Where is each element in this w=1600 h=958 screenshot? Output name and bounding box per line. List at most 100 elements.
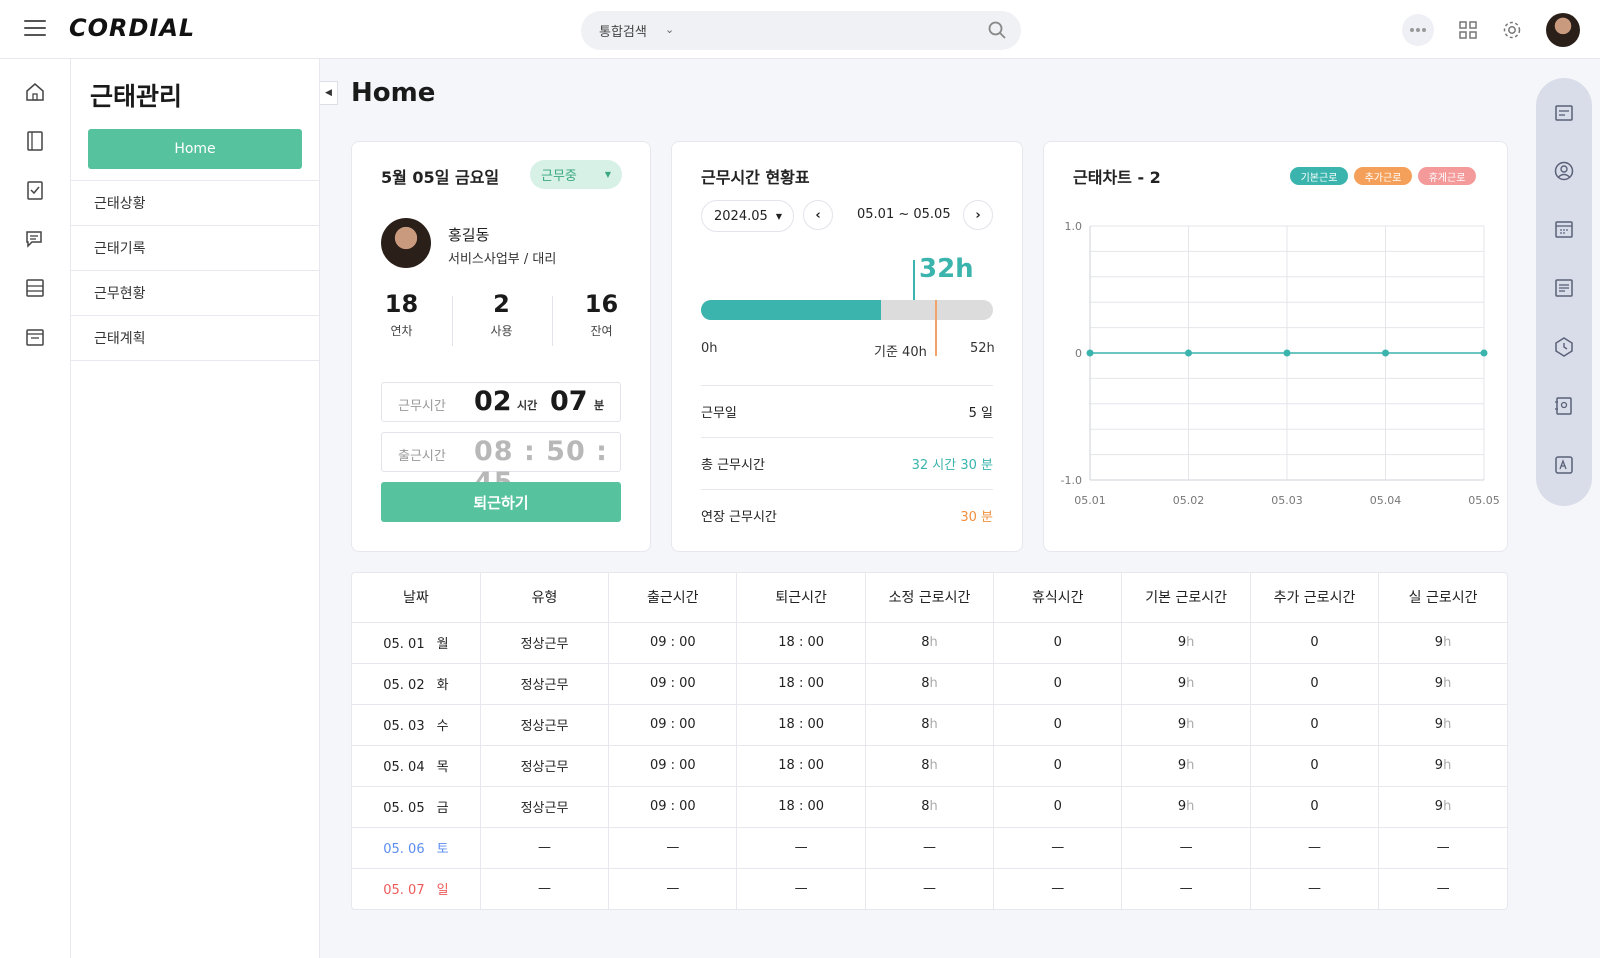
attendance-chart-card: 근태차트 - 2 기본근로 추가근로 휴게근로 1.0 0 -1.0 05.01 05.… bbox=[1043, 141, 1508, 552]
hour-unit: h bbox=[929, 635, 938, 650]
sidebar-item-work-status[interactable]: 근무현황 bbox=[71, 271, 320, 316]
table-row[interactable]: 05. 04 목 정상근무 09 : 00 18 : 00 8h 0 9h 0 9h bbox=[352, 745, 1507, 787]
x-tick-label: 05.03 bbox=[1271, 494, 1303, 507]
menu-icon[interactable] bbox=[24, 20, 46, 38]
y-tick-label: 1.0 bbox=[1065, 220, 1083, 233]
chat-icon[interactable] bbox=[24, 228, 46, 250]
table-cell: 9h bbox=[1378, 704, 1507, 746]
column-header: 휴식시간 bbox=[993, 573, 1123, 623]
table-cell: 0 bbox=[1250, 786, 1380, 828]
min-label: 0h bbox=[701, 341, 718, 356]
notebook-icon[interactable] bbox=[24, 130, 46, 152]
today-date: 5월 05일 금요일 bbox=[381, 168, 500, 187]
cell-value: — bbox=[1436, 881, 1450, 897]
table-row[interactable]: 05. 01 월 정상근무 09 : 00 18 : 00 8h 0 9h 0 9h bbox=[352, 622, 1507, 664]
quick-menu-rail bbox=[1536, 78, 1592, 506]
calendar-icon[interactable] bbox=[1553, 218, 1575, 240]
column-header: 실 근로시간 bbox=[1378, 573, 1507, 623]
sidebar-item-plan[interactable]: 근태계획 bbox=[71, 316, 320, 361]
check-out-button[interactable]: 퇴근하기 bbox=[381, 482, 621, 522]
inbox-icon[interactable] bbox=[1553, 102, 1575, 124]
data-point bbox=[1185, 349, 1192, 357]
cell-value: — bbox=[1051, 881, 1065, 897]
table-row[interactable]: 05. 03 수 정상근무 09 : 00 18 : 00 8h 0 9h 0 9h bbox=[352, 704, 1507, 746]
x-tick-label: 05.02 bbox=[1173, 494, 1205, 507]
apps-grid-icon[interactable] bbox=[1452, 14, 1484, 46]
next-week-button[interactable]: › bbox=[963, 200, 993, 230]
max-label: 52h bbox=[970, 341, 995, 356]
hours-unit: 시간 bbox=[517, 399, 538, 412]
translate-icon[interactable] bbox=[1553, 454, 1575, 476]
search-icon[interactable] bbox=[987, 20, 1007, 40]
cell-value: 9 bbox=[1434, 758, 1444, 773]
work-hours: 02 bbox=[474, 386, 512, 417]
data-point bbox=[1480, 349, 1488, 357]
column-header: 출근시간 bbox=[608, 573, 738, 623]
sidebar-item-status[interactable]: 근태상황 bbox=[71, 181, 320, 226]
table-row[interactable]: 05. 05 금 정상근무 09 : 00 18 : 00 8h 0 9h 0 9h bbox=[352, 786, 1507, 828]
table-row[interactable]: 05. 06 토 — — — — — — — — bbox=[352, 827, 1507, 869]
summary-label: 연장 근무시간 bbox=[701, 510, 777, 525]
current-hours: 32h bbox=[919, 254, 974, 284]
date-cell: 05. 04 목 bbox=[352, 745, 481, 787]
table-header-row: 날짜 유형 출근시간 퇴근시간 소정 근로시간 휴식시간 기본 근로시간 추가 근로시간 실 근… bbox=[352, 573, 1507, 623]
search-bar[interactable]: 통합검색 ⌄ bbox=[581, 11, 1021, 50]
column-header: 기본 근로시간 bbox=[1121, 573, 1251, 623]
hour-unit: h bbox=[1443, 635, 1452, 650]
leave-used: 2 사용 bbox=[454, 290, 549, 339]
date-cell: 05. 03 수 bbox=[352, 704, 481, 746]
column-header: 유형 bbox=[480, 573, 610, 623]
cell-value: 9 bbox=[1434, 717, 1444, 732]
board-icon[interactable] bbox=[1553, 277, 1575, 299]
hour-unit: h bbox=[929, 717, 938, 732]
logo[interactable]: CORDIAL bbox=[69, 14, 195, 42]
table-cell: 정상근무 bbox=[480, 745, 610, 787]
gear-icon[interactable] bbox=[1496, 14, 1528, 46]
chevron-down-icon[interactable]: ⌄ bbox=[665, 23, 674, 36]
hour-unit: h bbox=[929, 676, 938, 691]
table-row[interactable]: 05. 07 일 — — — — — — — — bbox=[352, 868, 1507, 909]
date-value: 05. 01 bbox=[383, 637, 425, 652]
chevron-left-icon: ‹ bbox=[815, 207, 821, 223]
profile-icon[interactable] bbox=[1553, 160, 1575, 182]
hour-unit: h bbox=[1443, 758, 1452, 773]
cell-value: — bbox=[537, 840, 551, 855]
table-cell: — bbox=[608, 827, 738, 869]
cell-value: 18 : 00 bbox=[778, 676, 825, 691]
collapse-sidebar-button[interactable]: ◀ bbox=[320, 81, 338, 105]
month-select[interactable]: 2024.05 ▼ bbox=[701, 200, 794, 232]
date-value: 05. 03 bbox=[383, 719, 425, 734]
calendar-list-icon[interactable] bbox=[24, 326, 46, 348]
date-range: 05.01 ~ 05.05 bbox=[857, 207, 951, 222]
table-row[interactable]: 05. 02 화 정상근무 09 : 00 18 : 00 8h 0 9h 0 9h bbox=[352, 663, 1507, 705]
archive-icon[interactable] bbox=[24, 277, 46, 299]
home-icon[interactable] bbox=[24, 81, 46, 103]
table-cell: 정상근무 bbox=[480, 786, 610, 828]
cell-value: 0 bbox=[1310, 799, 1319, 814]
menu-home-button[interactable]: Home bbox=[88, 129, 302, 169]
user-avatar[interactable] bbox=[1546, 13, 1580, 47]
table-cell: 0 bbox=[1250, 663, 1380, 705]
leave-remaining-label: 잔여 bbox=[590, 324, 613, 338]
cell-value: — bbox=[922, 840, 936, 855]
sidebar-item-records[interactable]: 근태기록 bbox=[71, 226, 320, 271]
table-cell: 9h bbox=[1378, 786, 1507, 828]
cell-value: 18 : 00 bbox=[778, 799, 825, 814]
hour-unit: h bbox=[1186, 676, 1195, 691]
contacts-icon[interactable] bbox=[1553, 395, 1575, 417]
prev-week-button[interactable]: ‹ bbox=[803, 200, 833, 230]
date-value: 05. 04 bbox=[383, 760, 425, 775]
worktime-progress-fill bbox=[701, 300, 881, 320]
table-cell: 9h bbox=[1121, 786, 1251, 828]
cell-value: 18 : 00 bbox=[778, 758, 825, 773]
column-header: 퇴근시간 bbox=[736, 573, 866, 623]
work-status-select[interactable]: 근무중 ▼ bbox=[530, 160, 622, 189]
table-cell: 8h bbox=[865, 745, 995, 787]
more-icon[interactable] bbox=[1402, 14, 1434, 46]
work-status-label: 근무중 bbox=[541, 169, 577, 184]
table-cell: 0 bbox=[993, 704, 1123, 746]
search-scope-select[interactable]: 통합검색 bbox=[599, 21, 647, 40]
table-cell: — bbox=[1121, 868, 1251, 909]
clock-icon[interactable] bbox=[1553, 336, 1575, 358]
checklist-icon[interactable] bbox=[24, 179, 46, 201]
